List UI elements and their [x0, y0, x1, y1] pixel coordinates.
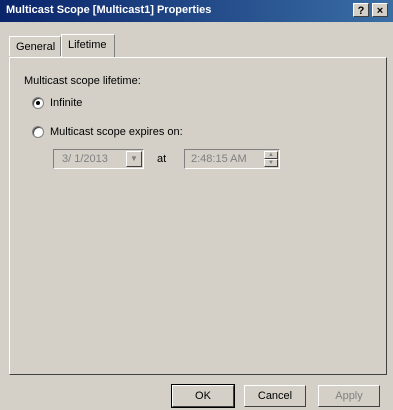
ok-button[interactable]: OK — [171, 384, 235, 408]
title-bar[interactable]: Multicast Scope [Multicast1] Properties … — [0, 0, 393, 22]
tab-lifetime[interactable]: Lifetime — [61, 34, 115, 57]
expiry-time-field[interactable]: 2:48:15 AM ▲ ▼ — [184, 149, 280, 169]
lifetime-panel: Multicast scope lifetime: Infinite Multi… — [9, 57, 387, 375]
radio-selected-dot — [36, 101, 40, 105]
spin-down-icon[interactable]: ▼ — [264, 159, 278, 167]
tab-general[interactable]: General — [9, 36, 61, 56]
infinite-label[interactable]: Infinite — [50, 97, 82, 109]
chevron-down-icon[interactable]: ▼ — [126, 151, 142, 167]
help-button[interactable]: ? — [353, 3, 369, 17]
apply-button[interactable]: Apply — [318, 385, 380, 407]
at-label: at — [157, 153, 167, 165]
expires-label[interactable]: Multicast scope expires on: — [50, 126, 183, 138]
properties-dialog: Multicast Scope [Multicast1] Properties … — [0, 0, 393, 410]
dialog-title: Multicast Scope [Multicast1] Properties — [6, 4, 212, 16]
close-button[interactable]: × — [372, 3, 388, 17]
infinite-radio[interactable] — [32, 97, 44, 109]
expires-radio[interactable] — [32, 126, 44, 138]
expiry-date-picker[interactable]: 3/ 1/2013 ▼ — [53, 149, 144, 169]
spin-up-icon[interactable]: ▲ — [264, 151, 278, 159]
expiry-time-value: 2:48:15 AM — [191, 153, 247, 165]
expiry-date-value: 3/ 1/2013 — [62, 153, 108, 165]
lifetime-heading: Multicast scope lifetime: — [24, 75, 141, 87]
cancel-button[interactable]: Cancel — [244, 385, 306, 407]
